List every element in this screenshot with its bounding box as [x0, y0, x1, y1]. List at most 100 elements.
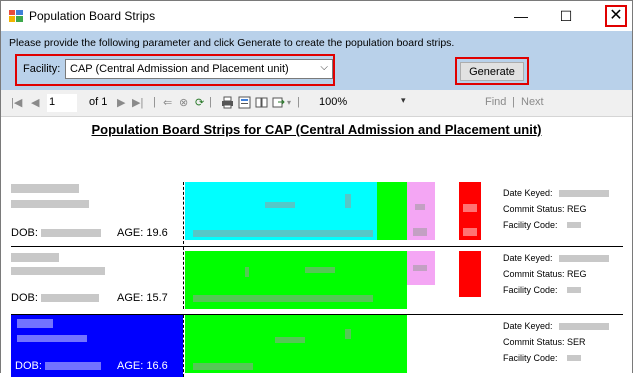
- redacted-cell: [245, 267, 249, 277]
- redacted-date: [559, 255, 609, 262]
- green-block: [185, 315, 377, 373]
- redacted-code: [567, 355, 581, 361]
- redacted-code: [567, 287, 581, 293]
- parameter-panel: Please provide the following parameter a…: [1, 31, 632, 90]
- report-title: Population Board Strips for CAP (Central…: [91, 122, 542, 137]
- dob-label: DOB:: [15, 360, 42, 372]
- facility-code-label: Facility Code:: [503, 285, 558, 295]
- refresh-icon[interactable]: ⟳: [195, 96, 204, 109]
- page-setup-icon[interactable]: [255, 96, 268, 109]
- minimize-button[interactable]: —: [499, 1, 543, 31]
- generate-highlight: Generate: [455, 57, 529, 85]
- redacted-subname: [11, 267, 105, 275]
- board-strip: DOB: AGE: 15.7 Date Keyed: Commit Status…: [11, 246, 623, 309]
- redacted-name: [17, 319, 53, 328]
- redacted-cell: [345, 194, 351, 208]
- dob-label: DOB:: [11, 292, 38, 304]
- redacted-cell: [463, 204, 477, 212]
- date-keyed-label: Date Keyed:: [503, 253, 553, 263]
- page-of-label: of 1: [89, 96, 108, 108]
- cyan-block: [185, 182, 377, 240]
- print-layout-icon[interactable]: [238, 96, 251, 109]
- redacted-subname: [11, 200, 89, 208]
- red-block: [459, 182, 481, 240]
- facility-highlight: Facility: CAP (Central Admission and Pla…: [15, 54, 335, 86]
- redacted-date: [559, 190, 609, 197]
- close-icon: ✕: [605, 5, 627, 27]
- age-value: AGE: 16.6: [117, 360, 168, 372]
- redacted-dob: [45, 362, 101, 370]
- zoom-value: 100%: [319, 96, 348, 108]
- app-icon: [9, 10, 23, 22]
- pink-block: [407, 182, 435, 240]
- back-icon[interactable]: ⇐: [163, 96, 172, 109]
- strip-divider: [183, 182, 184, 244]
- redacted-cell: [193, 295, 373, 302]
- redacted-dob: [41, 229, 101, 237]
- maximize-icon: ☐: [559, 7, 573, 24]
- strip-divider: [183, 247, 184, 309]
- find-link[interactable]: Find: [485, 96, 506, 108]
- redacted-code: [567, 222, 581, 228]
- green-block: [377, 182, 407, 240]
- print-icon[interactable]: [221, 96, 234, 109]
- green-block: [377, 315, 407, 373]
- redacted-cell: [413, 265, 427, 271]
- strip-divider: [183, 315, 184, 377]
- date-keyed-label: Date Keyed:: [503, 321, 553, 331]
- redacted-cell: [193, 230, 373, 237]
- page-number-input[interactable]: 1: [47, 94, 77, 112]
- date-keyed-label: Date Keyed:: [503, 188, 553, 198]
- inmate-name-area: DOB: AGE: 15.7: [11, 247, 183, 309]
- redacted-cell: [275, 337, 305, 343]
- title-bar: Population Board Strips — ☐ ✕: [1, 1, 632, 31]
- toolbar-separator-icon: |: [512, 96, 515, 108]
- chevron-down-icon: ▾: [401, 95, 406, 105]
- last-page-icon[interactable]: ▶|: [132, 96, 143, 109]
- redacted-dob: [41, 294, 99, 302]
- redacted-subname: [17, 335, 87, 342]
- export-icon[interactable]: [272, 96, 285, 109]
- facility-code-label: Facility Code:: [503, 220, 558, 230]
- zoom-dropdown[interactable]: 100% ▾: [305, 95, 415, 112]
- minimize-icon: —: [514, 8, 528, 24]
- next-page-icon[interactable]: ▶: [117, 96, 125, 109]
- redacted-cell: [305, 267, 335, 273]
- redacted-cell: [463, 228, 477, 236]
- facility-code-label: Facility Code:: [503, 353, 558, 363]
- stop-icon[interactable]: ⊗: [179, 96, 188, 109]
- commit-status: Commit Status: REG: [503, 204, 587, 214]
- board-strip: DOB: AGE: 16.6 Date Keyed: Commit Status…: [11, 314, 623, 377]
- previous-page-icon[interactable]: ◀: [31, 96, 39, 109]
- facility-label: Facility:: [23, 63, 61, 75]
- green-block: [377, 251, 407, 309]
- close-button[interactable]: ✕: [601, 1, 631, 31]
- report-toolbar: |◀ ◀ 1 of 1 ▶ ▶| | ⇐ ⊗ ⟳ | ▾ | 100% ▾ Fi…: [1, 90, 632, 117]
- commit-status: Commit Status: REG: [503, 269, 587, 279]
- generate-button[interactable]: Generate: [460, 62, 524, 81]
- red-block: [459, 251, 481, 297]
- commit-status: Commit Status: SER: [503, 337, 586, 347]
- report-window: Population Board Strips — ☐ ✕ Please pro…: [0, 0, 633, 377]
- green-block: [185, 251, 377, 309]
- export-dropdown-icon[interactable]: ▾: [287, 98, 291, 107]
- instruction-text: Please provide the following parameter a…: [9, 37, 455, 49]
- redacted-name: [11, 253, 59, 262]
- redacted-cell: [193, 363, 253, 370]
- first-page-icon[interactable]: |◀: [11, 96, 22, 109]
- redacted-cell: [413, 228, 427, 236]
- report-page: Population Board Strips for CAP (Central…: [1, 118, 632, 377]
- facility-dropdown[interactable]: CAP (Central Admission and Placement uni…: [65, 59, 333, 79]
- redacted-date: [559, 323, 609, 330]
- board-strip: DOB: AGE: 19.6 Date Keyed: Commit Status…: [11, 182, 623, 244]
- maximize-button[interactable]: ☐: [544, 1, 588, 31]
- age-value: AGE: 19.6: [117, 227, 168, 239]
- redacted-cell: [345, 329, 351, 339]
- inmate-name-area: DOB: AGE: 16.6: [11, 315, 183, 377]
- toolbar-separator-icon: |: [209, 96, 212, 108]
- chevron-down-icon: ⌵: [320, 62, 328, 73]
- pink-block: [407, 251, 435, 285]
- toolbar-separator-icon: |: [297, 96, 300, 108]
- redacted-cell: [415, 204, 425, 210]
- next-link[interactable]: Next: [521, 96, 544, 108]
